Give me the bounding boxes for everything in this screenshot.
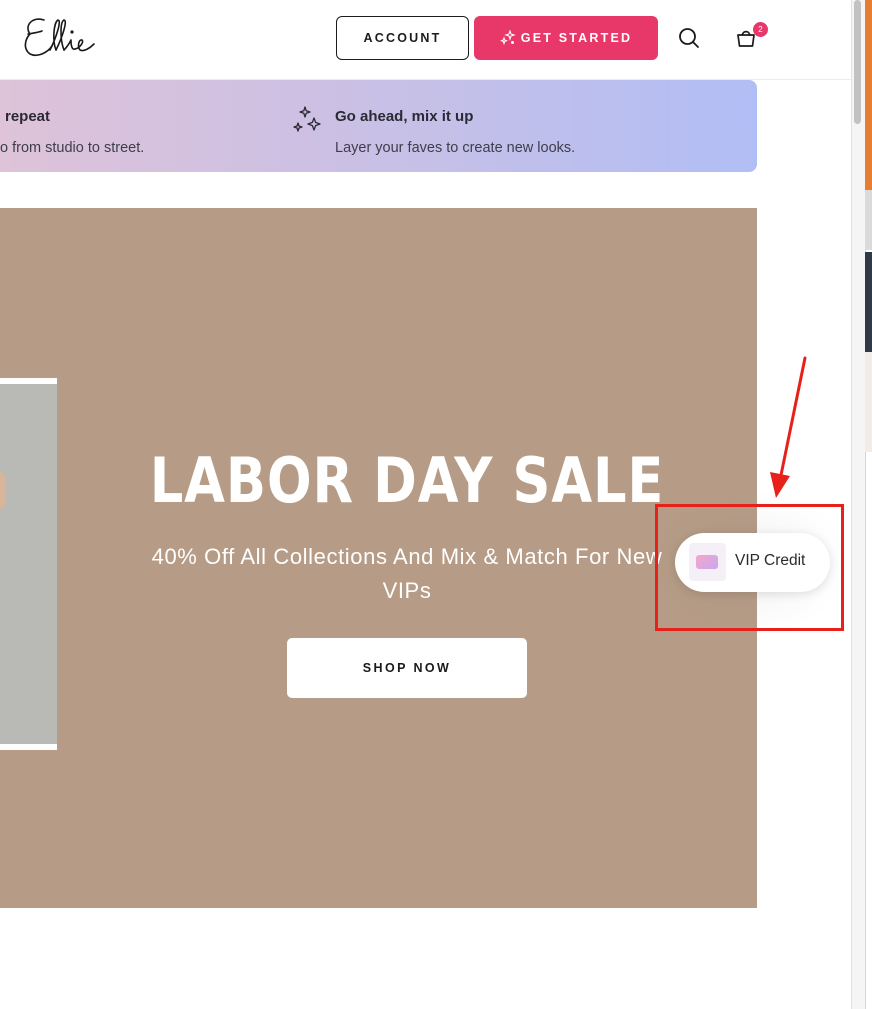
annotation-highlight-box bbox=[655, 504, 844, 631]
hero-subtitle: 40% Off All Collections And Mix & Match … bbox=[151, 544, 663, 603]
benefit-description: o from studio to street. bbox=[0, 140, 145, 156]
benefits-banner bbox=[0, 80, 757, 172]
account-button[interactable]: ACCOUNT bbox=[336, 16, 469, 60]
cart-count-badge: 2 bbox=[753, 22, 768, 37]
shop-now-button[interactable]: SHOP NOW bbox=[287, 638, 527, 698]
adjacent-window-edge bbox=[865, 190, 872, 250]
adjacent-window-edge bbox=[865, 352, 872, 452]
ellie-logo[interactable] bbox=[22, 14, 96, 60]
benefit-description: Layer your faves to create new looks. bbox=[335, 140, 576, 156]
sparkles-icon bbox=[293, 106, 321, 132]
adjacent-window-edge bbox=[865, 252, 872, 352]
get-started-button[interactable]: GET STARTED bbox=[474, 16, 658, 60]
sparkle-icon bbox=[499, 30, 516, 46]
search-icon[interactable] bbox=[677, 26, 701, 50]
benefit-title: Go ahead, mix it up bbox=[335, 108, 474, 125]
scrollbar-track[interactable] bbox=[851, 0, 865, 1009]
get-started-label: GET STARTED bbox=[520, 31, 633, 45]
scrollbar-thumb[interactable] bbox=[854, 0, 861, 124]
hero-product-photo bbox=[0, 378, 57, 750]
annotation-arrow bbox=[770, 356, 807, 498]
adjacent-window-edge bbox=[865, 0, 872, 190]
site-header: ACCOUNT GET STARTED 2 bbox=[0, 0, 851, 80]
benefit-title: repeat bbox=[5, 108, 51, 125]
